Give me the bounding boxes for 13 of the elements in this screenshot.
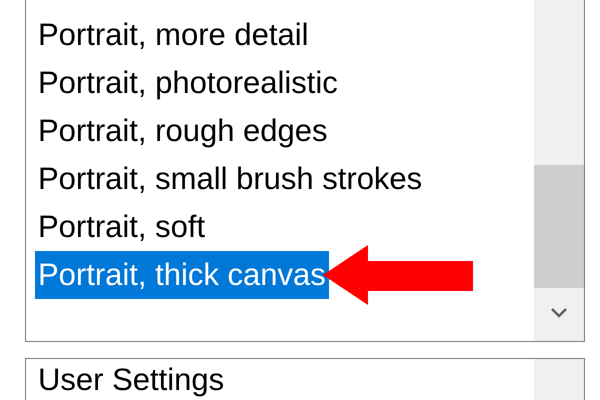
list-item[interactable]: User Settings (35, 363, 228, 397)
list-box[interactable]: Portrait, more detail Portrait, photorealistic Portrait, rough edges Portrait, small brush strokes Portrait, soft Portrait, thick canvas (25, 0, 585, 342)
list-box[interactable]: User Settings (25, 358, 585, 400)
list-item[interactable]: Portrait, photorealistic (35, 59, 341, 107)
list-item[interactable]: Portrait, small brush strokes (35, 155, 426, 203)
scrollbar[interactable] (534, 359, 584, 400)
scrollbar[interactable] (534, 0, 584, 341)
list-item[interactable]: Portrait, more detail (35, 11, 312, 59)
list-item[interactable]: Portrait, rough edges (35, 107, 331, 155)
chevron-down-icon[interactable] (551, 308, 567, 318)
scrollbar-thumb[interactable] (534, 165, 584, 288)
list-item[interactable]: Portrait, soft (35, 203, 208, 251)
list-item[interactable]: Portrait, thick canvas (35, 251, 329, 299)
